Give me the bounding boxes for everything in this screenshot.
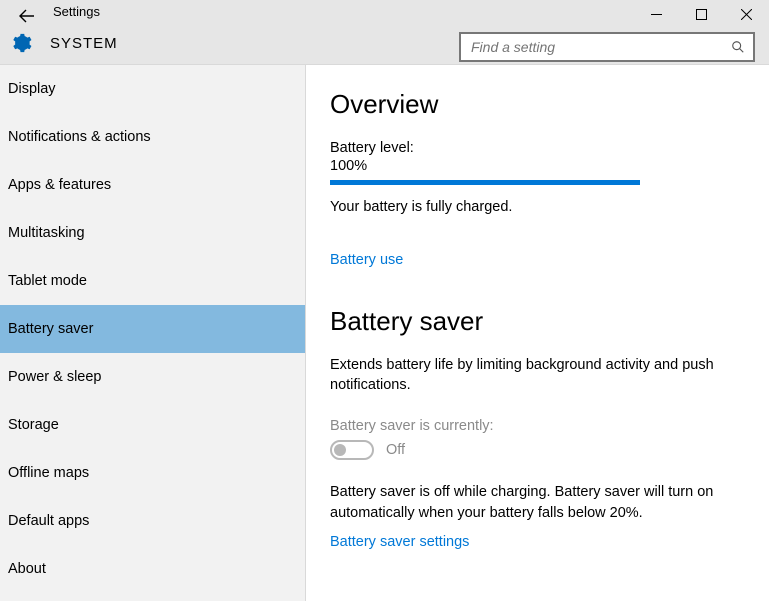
sidebar: Display Notifications & actions Apps & fea… <box>0 65 306 601</box>
battery-progress-bar <box>330 180 640 185</box>
sidebar-item-tablet-mode[interactable]: Tablet mode <box>0 257 305 305</box>
sidebar-item-storage[interactable]: Storage <box>0 401 305 449</box>
search-box[interactable] <box>459 32 755 62</box>
battery-saver-off-text: Battery saver is off while charging. Bat… <box>330 482 747 524</box>
sidebar-item-about[interactable]: About <box>0 545 305 593</box>
sidebar-item-power-sleep[interactable]: Power & sleep <box>0 353 305 401</box>
sidebar-item-battery-saver[interactable]: Battery saver <box>0 305 305 353</box>
sidebar-item-label: Power & sleep <box>8 369 102 385</box>
settings-category-label: SYSTEM <box>50 35 118 52</box>
battery-use-link[interactable]: Battery use <box>330 252 403 268</box>
battery-saver-current-label: Battery saver is currently: <box>330 418 747 434</box>
battery-progress-fill <box>330 180 640 185</box>
battery-saver-toggle-label: Off <box>386 442 405 458</box>
sidebar-item-label: Apps & features <box>8 177 111 193</box>
battery-saver-toggle[interactable] <box>330 440 374 460</box>
maximize-button[interactable] <box>679 0 724 28</box>
battery-saver-settings-link[interactable]: Battery saver settings <box>330 534 469 550</box>
window-controls <box>634 0 769 28</box>
gear-icon <box>10 32 32 54</box>
minimize-button[interactable] <box>634 0 679 28</box>
titlebar: Settings SYSTEM <box>0 0 769 65</box>
close-icon <box>741 9 752 20</box>
maximize-icon <box>696 9 707 20</box>
sidebar-item-label: Multitasking <box>8 225 85 241</box>
sidebar-item-label: Display <box>8 81 56 97</box>
battery-saver-heading: Battery saver <box>330 306 747 337</box>
sidebar-item-offline-maps[interactable]: Offline maps <box>0 449 305 497</box>
sidebar-item-display[interactable]: Display <box>0 65 305 113</box>
sidebar-item-label: Storage <box>8 417 59 433</box>
sidebar-item-label: Battery saver <box>8 321 93 337</box>
toggle-knob <box>334 444 346 456</box>
minimize-icon <box>651 9 662 20</box>
battery-level-label: Battery level: <box>330 140 747 156</box>
back-button[interactable] <box>12 4 42 28</box>
search-input[interactable] <box>469 38 731 56</box>
sidebar-item-label: Offline maps <box>8 465 89 481</box>
back-arrow-icon <box>18 7 36 25</box>
sidebar-item-apps-features[interactable]: Apps & features <box>0 161 305 209</box>
sidebar-item-default-apps[interactable]: Default apps <box>0 497 305 545</box>
sidebar-item-label: Tablet mode <box>8 273 87 289</box>
sidebar-item-multitasking[interactable]: Multitasking <box>0 209 305 257</box>
sidebar-item-label: Notifications & actions <box>8 129 151 145</box>
close-button[interactable] <box>724 0 769 28</box>
content-pane: Overview Battery level: 100% Your batter… <box>306 65 769 601</box>
search-icon <box>731 40 745 54</box>
battery-saver-description: Extends battery life by limiting backgro… <box>330 355 747 396</box>
overview-heading: Overview <box>330 89 747 120</box>
sidebar-item-label: Default apps <box>8 513 89 529</box>
battery-status-text: Your battery is fully charged. <box>330 199 747 215</box>
app-title: Settings <box>53 4 100 19</box>
battery-level-value: 100% <box>330 158 747 174</box>
sidebar-item-notifications-actions[interactable]: Notifications & actions <box>0 113 305 161</box>
sidebar-item-label: About <box>8 561 46 577</box>
